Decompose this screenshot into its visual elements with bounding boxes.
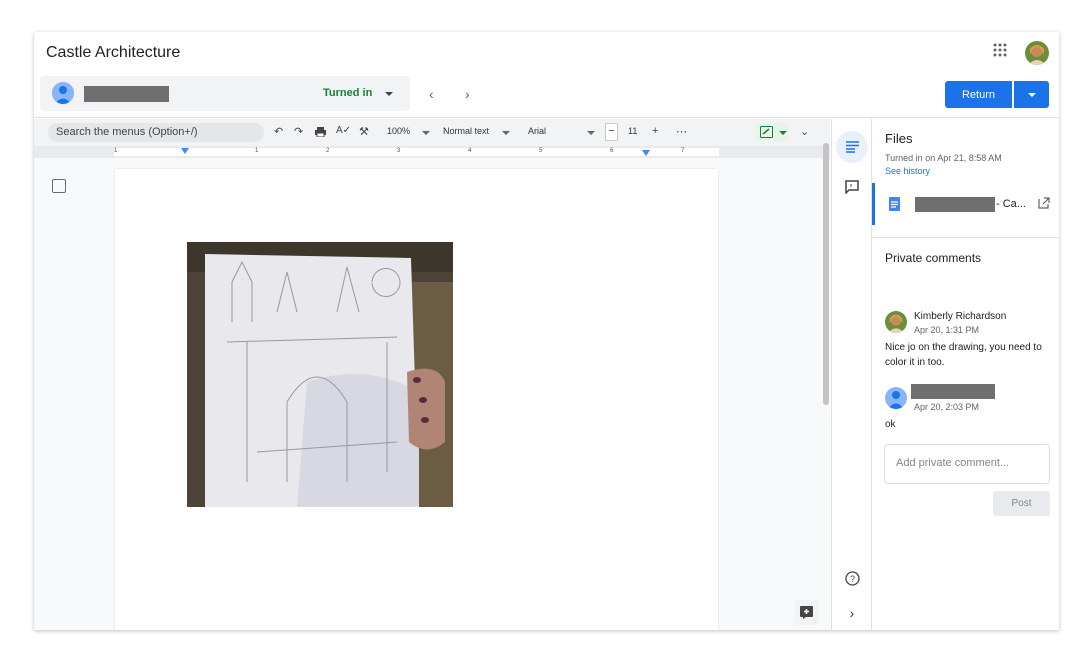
font-size-input[interactable]: 11 xyxy=(628,126,637,136)
suggesting-mode-button[interactable] xyxy=(756,123,788,141)
zoom-select[interactable]: 100% xyxy=(387,126,410,136)
ruler-tick: 4 xyxy=(468,148,472,154)
return-options-button[interactable] xyxy=(1014,81,1049,108)
comment-date: Apr 20, 1:31 PM xyxy=(914,325,980,335)
right-panel: Files Turned in on Apr 21, 8:58 AM See h… xyxy=(872,119,1059,630)
svg-text:?: ? xyxy=(849,574,854,584)
account-avatar[interactable] xyxy=(1025,41,1049,65)
private-comment-input[interactable]: Add private comment... xyxy=(884,444,1050,484)
next-student-button[interactable]: › xyxy=(465,86,470,102)
private-comments-heading: Private comments xyxy=(885,251,982,265)
undo-icon[interactable]: ↶ xyxy=(274,125,283,138)
assignment-title: Castle Architecture xyxy=(46,44,181,61)
ruler-tick: 1 xyxy=(114,148,118,154)
chevron-down-icon xyxy=(422,131,430,135)
document-outline-icon[interactable] xyxy=(52,179,66,193)
right-indent-marker[interactable] xyxy=(642,150,650,156)
chevron-down-icon xyxy=(587,131,595,135)
spellcheck-icon[interactable]: A✓ xyxy=(336,125,351,136)
paragraph-style-select[interactable]: Normal text xyxy=(443,126,489,136)
google-docs-icon xyxy=(889,197,900,211)
docs-toolbar: Search the menus (Option+/) ↶ ↷ A✓ ⚒ 100… xyxy=(34,119,830,146)
student-avatar xyxy=(52,82,74,104)
chevron-down-icon xyxy=(502,131,510,135)
see-history-link[interactable]: See history xyxy=(885,166,930,176)
attached-file[interactable]: - Ca... xyxy=(872,183,1059,225)
ruler-track: 1 1 2 3 4 5 6 7 xyxy=(114,148,719,156)
student-name-redacted xyxy=(84,86,169,102)
chevron-down-icon xyxy=(1028,93,1036,97)
ruler-tick: 3 xyxy=(397,148,401,154)
edit-mode-icon xyxy=(760,126,773,138)
commenter-avatar xyxy=(885,311,907,333)
comment-author-redacted xyxy=(911,384,995,399)
ruler-tick: 7 xyxy=(681,148,685,154)
post-button[interactable]: Post xyxy=(993,491,1050,516)
previous-student-button[interactable]: ‹ xyxy=(429,86,434,102)
font-select[interactable]: Arial xyxy=(528,126,546,136)
side-rail: ? › xyxy=(831,119,872,630)
collapse-toolbar-icon[interactable]: ⌄ xyxy=(800,125,809,138)
ruler: 1 1 2 3 4 5 6 7 xyxy=(34,146,830,158)
help-icon: ? xyxy=(844,570,860,586)
help-button[interactable]: ? xyxy=(836,562,868,594)
files-panel-button[interactable] xyxy=(836,131,868,163)
document-canvas xyxy=(34,143,830,630)
return-button[interactable]: Return xyxy=(945,81,1012,108)
file-name-suffix: - Ca... xyxy=(996,198,1026,210)
castle-drawing-photo xyxy=(187,242,453,507)
search-menus-input[interactable]: Search the menus (Option+/) xyxy=(48,123,264,142)
student-selector[interactable]: Turned in xyxy=(40,76,410,111)
comment-text: Nice jo on the drawing, you need to colo… xyxy=(885,342,1042,368)
paint-format-icon[interactable]: ⚒ xyxy=(359,125,369,138)
comment-author: Kimberly Richardson xyxy=(914,311,1007,322)
comments-panel-button[interactable] xyxy=(836,171,868,203)
files-heading: Files xyxy=(885,131,913,146)
expand-panel-button[interactable]: › xyxy=(836,597,868,629)
comment-icon xyxy=(845,180,859,194)
document-page[interactable] xyxy=(115,169,718,630)
commenter-avatar xyxy=(885,387,907,409)
add-comment-icon xyxy=(800,606,813,619)
top-bar: Castle Architecture Turned in ‹ › Return xyxy=(34,32,1059,118)
comment-date: Apr 20, 2:03 PM xyxy=(914,402,980,412)
comment-text: ok xyxy=(885,419,896,430)
add-comment-button[interactable] xyxy=(794,600,819,625)
file-name-redacted xyxy=(915,197,995,212)
chevron-down-icon[interactable] xyxy=(385,92,393,96)
open-in-new-icon[interactable] xyxy=(1038,197,1050,209)
vertical-scrollbar[interactable] xyxy=(823,143,829,405)
submission-status: Turned in xyxy=(323,87,373,99)
ruler-tick: 6 xyxy=(610,148,614,154)
file-details-icon xyxy=(845,141,859,153)
more-options-icon[interactable]: ⋯ xyxy=(676,125,687,138)
redo-icon[interactable]: ↷ xyxy=(294,125,303,138)
left-indent-marker[interactable] xyxy=(181,148,189,154)
increase-font-size-button[interactable]: + xyxy=(652,125,658,137)
ruler-tick: 5 xyxy=(539,148,543,154)
print-icon[interactable] xyxy=(315,127,326,137)
assignment-window: Castle Architecture Turned in ‹ › Return… xyxy=(34,32,1059,630)
ruler-tick: 1 xyxy=(255,148,259,154)
apps-grid-icon[interactable] xyxy=(992,42,1008,58)
panel-divider xyxy=(872,237,1059,238)
chevron-right-icon: › xyxy=(849,605,855,621)
decrease-font-size-button[interactable]: − xyxy=(605,123,618,141)
chevron-down-icon xyxy=(779,131,787,135)
turned-in-timestamp: Turned in on Apr 21, 8:58 AM xyxy=(885,153,1002,163)
ruler-tick: 2 xyxy=(326,148,330,154)
